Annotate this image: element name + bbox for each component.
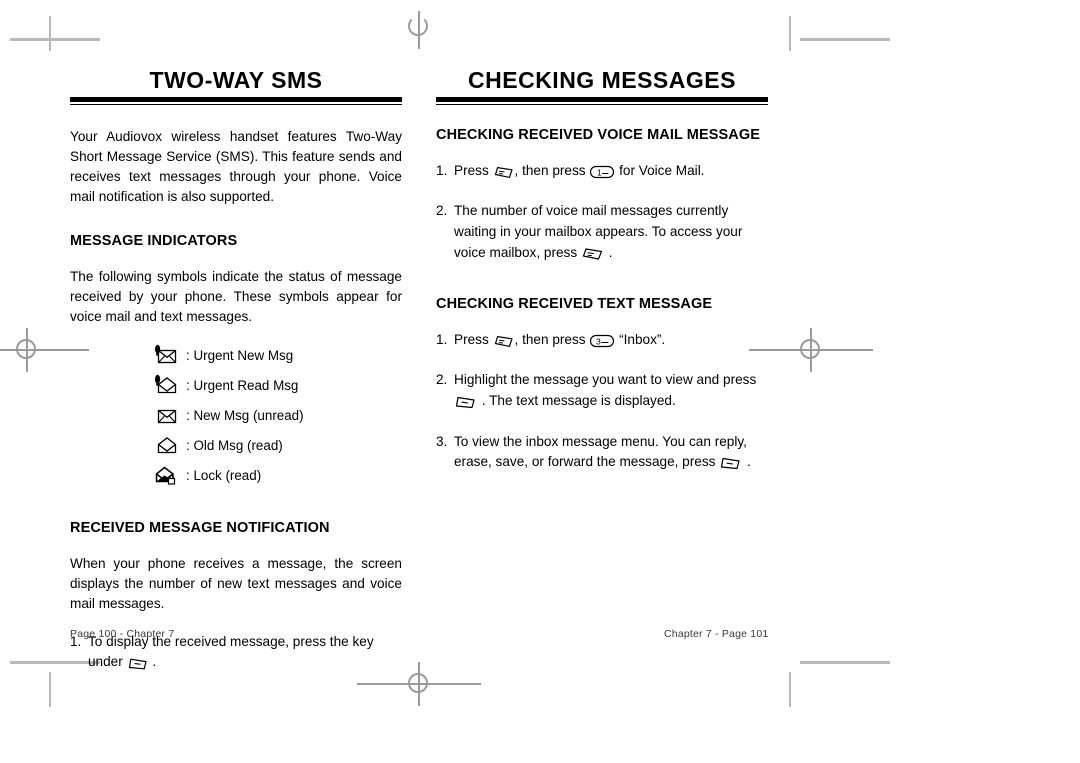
message-indicators-heading: MESSAGE INDICATORS: [70, 233, 238, 250]
urgent-read-message-envelope-icon: [152, 373, 182, 397]
list-item: 2. The number of voice mail messages cur…: [436, 201, 768, 268]
key-1-icon: 1: [589, 164, 615, 187]
message-indicator-list: : Urgent New Msg : Urgent Read Msg: New…: [70, 340, 402, 490]
send-key-icon: [581, 246, 605, 269]
step-number: 1.: [436, 162, 448, 178]
svg-text:1: 1: [597, 167, 602, 177]
step-text-tail: .: [746, 454, 751, 470]
step-text-middle: , then press: [514, 162, 586, 178]
locked-message-envelope-icon: [152, 463, 182, 487]
left-page-footer: Page 100 - Chapter 7: [70, 628, 175, 640]
new-message-envelope-icon: [152, 403, 182, 427]
list-item: : Urgent New Msg: [152, 340, 402, 370]
step-number: 2.: [436, 372, 448, 388]
soft-key-icon: [454, 394, 478, 417]
checking-text-message-heading: CHECKING RECEIVED TEXT MESSAGE: [436, 296, 713, 313]
message-indicators-intro: The following symbols indicate the statu…: [70, 268, 402, 324]
step-number: 2.: [436, 203, 448, 219]
list-item: 3. To view the inbox message menu. You c…: [436, 432, 768, 478]
list-item-label: : Old Msg (read): [186, 437, 283, 453]
list-item: : Urgent Read Msg: [152, 370, 402, 400]
step-text: Press: [454, 162, 489, 178]
soft-key-icon: [127, 656, 149, 678]
list-item: 1. Press , then press 1 for Voice Mail.: [436, 161, 768, 187]
list-item: : Old Msg (read): [152, 430, 402, 460]
step-number: 3.: [436, 433, 448, 449]
list-item: 2. Highlight the message you want to vie…: [436, 370, 768, 416]
step-text-tail: .: [152, 654, 157, 670]
received-message-notification-heading: RECEIVED MESSAGE NOTIFICATION: [70, 520, 330, 537]
send-key-icon: [493, 165, 515, 187]
left-intro-paragraph: Your Audiovox wireless handset features …: [70, 129, 402, 205]
soft-key-icon: [719, 455, 743, 478]
step-text-tail: . The text message is displayed.: [481, 393, 676, 409]
step-text: To view the inbox message menu. You can …: [454, 433, 747, 470]
voicemail-step-list: 1. Press , then press 1 for Voice Mail.: [436, 161, 768, 269]
checking-voicemail-heading: CHECKING RECEIVED VOICE MAIL MESSAGE: [436, 127, 760, 144]
list-item-label: : Urgent New Msg: [186, 347, 294, 363]
step-text-tail: .: [608, 244, 613, 260]
key-3-icon: 3: [589, 333, 615, 356]
step-text-tail: “Inbox”.: [619, 331, 666, 347]
list-item-label: : Lock (read): [186, 467, 262, 483]
send-key-icon: [493, 334, 515, 356]
step-text-tail: for Voice Mail.: [619, 162, 705, 178]
right-page: CHECKING MESSAGES CHECKING RECEIVED VOIC…: [436, 67, 768, 493]
received-message-notification-body: When your phone receives a message, the …: [70, 555, 402, 611]
step-number: 1.: [436, 331, 448, 347]
svg-text:3: 3: [596, 336, 601, 346]
left-page: TWO-WAY SMS Your Audiovox wireless hands…: [70, 67, 402, 693]
list-item-label: : New Msg (unread): [186, 407, 304, 423]
old-message-envelope-icon: [152, 433, 182, 457]
step-text: Highlight the message you want to view a…: [454, 372, 757, 388]
list-item: : New Msg (unread): [152, 400, 402, 430]
right-page-footer: Chapter 7 - Page 101: [664, 628, 769, 640]
right-title-rule: [436, 97, 768, 106]
document-spread: TWO-WAY SMS Your Audiovox wireless hands…: [0, 0, 1080, 763]
left-page-title: TWO-WAY SMS: [149, 67, 323, 93]
step-text: Press: [454, 331, 489, 347]
step-text-middle: , then press: [514, 331, 586, 347]
list-item: 1. Press , then press 3 “Inbox”.: [436, 330, 768, 356]
right-page-title: CHECKING MESSAGES: [468, 67, 736, 93]
list-item-label: : Urgent Read Msg: [186, 377, 299, 393]
left-title-rule: [70, 97, 402, 106]
text-message-step-list: 1. Press , then press 3 “Inbox”. 2. High…: [436, 330, 768, 478]
urgent-new-message-envelope-icon: [152, 343, 182, 367]
list-item: : Lock (read): [152, 460, 402, 490]
